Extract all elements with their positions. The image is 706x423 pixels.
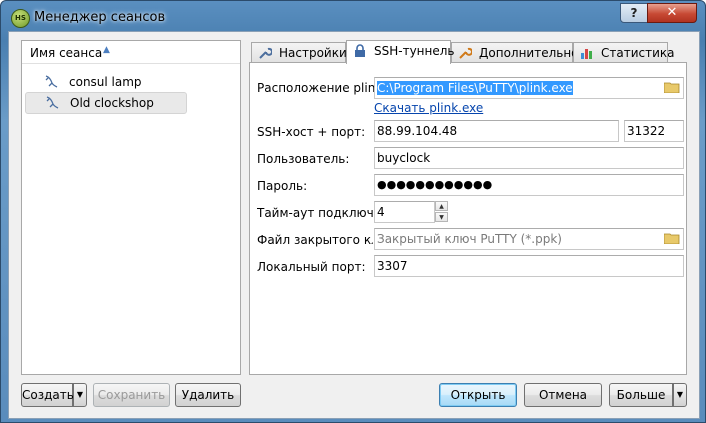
spin-up-button[interactable]: ▲	[435, 201, 448, 211]
save-button[interactable]: Сохранить	[93, 383, 170, 407]
tab-label: SSH-туннель	[374, 44, 455, 58]
close-button[interactable]: ✕	[647, 3, 697, 23]
local-port-label: Локальный порт:	[257, 260, 366, 274]
plink-path-value: C:\Program Files\PuTTY\plink.exe	[377, 81, 573, 95]
tab-statistics[interactable]: Статистика	[573, 42, 675, 62]
username-label: Пользователь:	[257, 152, 350, 166]
tab-ssh-tunnel[interactable]: SSH-туннель	[346, 40, 455, 64]
session-list-header[interactable]: Имя сеанса ▲	[22, 41, 240, 64]
help-button[interactable]: ?	[620, 3, 648, 23]
dolphin-icon	[46, 96, 59, 109]
ssh-host-port-label: SSH-хост + порт:	[257, 125, 366, 139]
spin-down-button[interactable]: ▼	[435, 212, 448, 222]
session-list[interactable]: Имя сеанса ▲ consul lamp Old clockshop	[21, 40, 241, 375]
chevron-down-icon: ▼	[76, 390, 84, 399]
tab-advanced[interactable]: Дополнительно	[451, 42, 579, 62]
session-item-consul-lamp[interactable]: consul lamp	[25, 72, 185, 92]
dolphin-icon	[45, 75, 58, 88]
session-item-label: Old clockshop	[70, 96, 154, 110]
dialog-client-area: Имя сеанса ▲ consul lamp Old clockshop Н…	[8, 31, 700, 419]
tab-label: Статистика	[601, 46, 675, 60]
more-button[interactable]: Больше	[609, 383, 673, 407]
plink-path-field[interactable]: C:\Program Files\PuTTY\plink.exe	[374, 77, 684, 99]
wrench-orange-icon	[459, 47, 472, 59]
ssh-port-field[interactable]: 31322	[624, 120, 684, 142]
download-plink-link[interactable]: Скачать plink.exe	[374, 101, 483, 115]
lock-icon	[355, 44, 365, 57]
cancel-button[interactable]: Отмена	[524, 383, 602, 407]
timeout-field[interactable]: 4	[374, 201, 435, 223]
tab-settings[interactable]: Настройки	[251, 42, 347, 62]
more-dropdown-button[interactable]: ▼	[673, 383, 687, 407]
folder-icon[interactable]	[664, 232, 680, 244]
create-dropdown-button[interactable]: ▼	[73, 383, 87, 407]
connect-timeout-label: Тайм-аут подключения:	[257, 206, 373, 220]
open-button[interactable]: Открыть	[439, 383, 517, 407]
app-logo-icon: HS	[11, 9, 30, 28]
create-button[interactable]: Создать	[21, 383, 74, 407]
window-title: Менеджер сеансов	[34, 10, 166, 25]
session-item-label: consul lamp	[69, 75, 142, 89]
ssh-host-field[interactable]: 88.99.104.48	[374, 120, 619, 142]
session-item-old-clockshop[interactable]: Old clockshop	[25, 92, 187, 114]
private-key-label: Файл закрытого ключа:	[257, 233, 373, 247]
chevron-down-icon: ▼	[676, 390, 684, 399]
delete-button[interactable]: Удалить	[175, 383, 241, 407]
session-name-column-header[interactable]: Имя сеанса	[30, 46, 102, 60]
title-bar[interactable]: HS Менеджер сеансов ? ✕	[1, 1, 705, 35]
folder-icon[interactable]	[664, 81, 680, 93]
wrench-icon	[259, 47, 272, 59]
tab-label: Дополнительно	[479, 46, 579, 60]
password-field[interactable]: ●●●●●●●●●●●●	[374, 174, 684, 196]
local-port-field[interactable]: 3307	[374, 255, 684, 277]
username-field[interactable]: buyclock	[374, 147, 684, 169]
password-label: Пароль:	[257, 179, 308, 193]
tab-label: Настройки	[279, 46, 347, 60]
bar-chart-icon	[581, 49, 592, 59]
session-manager-window: HS Менеджер сеансов ? ✕ Имя сеанса ▲ con…	[0, 0, 706, 423]
plink-location-label: Расположение plink.exe:	[257, 81, 374, 95]
sort-ascending-icon: ▲	[103, 45, 110, 55]
private-key-field[interactable]: Закрытый ключ PuTTY (*.ppk)	[374, 228, 684, 250]
